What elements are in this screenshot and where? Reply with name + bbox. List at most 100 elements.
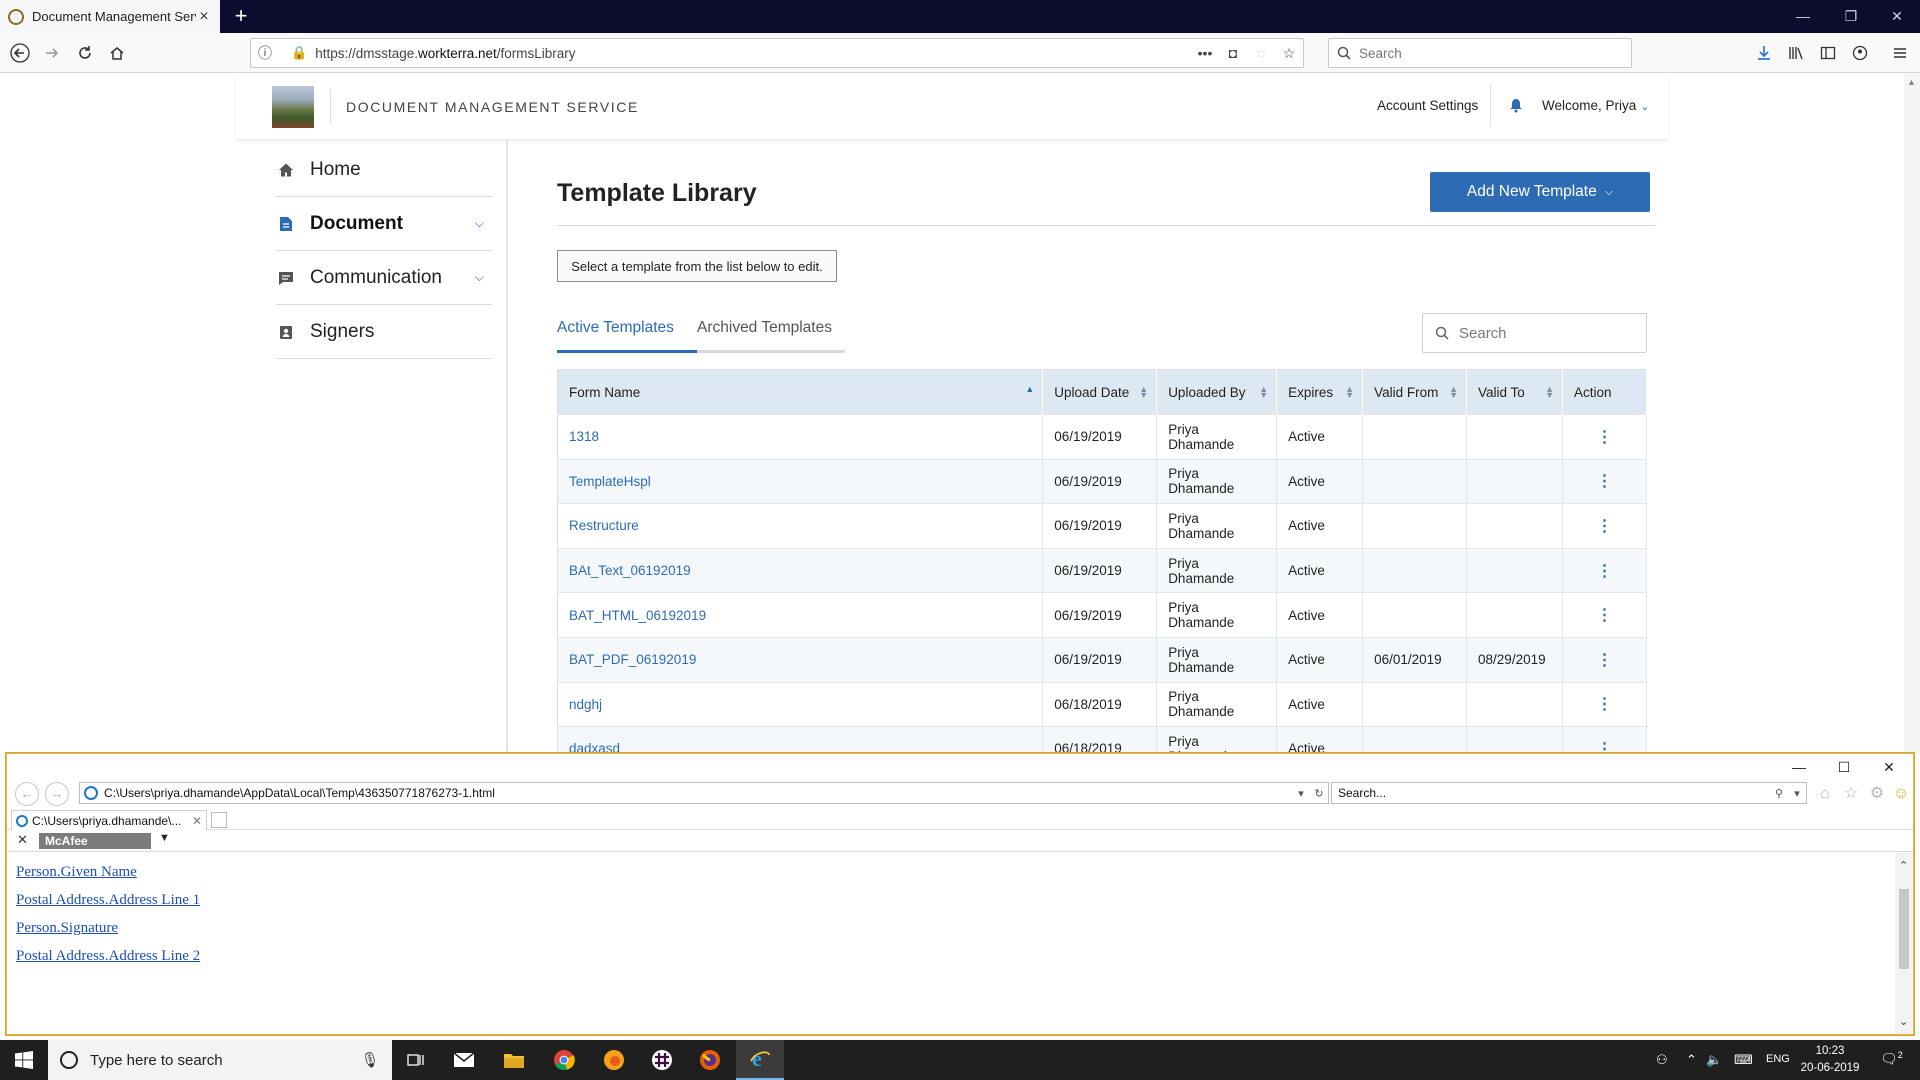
tab-archived-templates[interactable]: Archived Templates xyxy=(697,319,832,337)
mcafee-toolbar-button[interactable]: McAfee xyxy=(39,833,151,849)
new-tab-icon[interactable]: + xyxy=(228,4,254,30)
sidebar-toggle-icon[interactable] xyxy=(1816,41,1840,65)
favorites-star-icon[interactable]: ☆ xyxy=(1841,784,1861,804)
windows-start-icon[interactable] xyxy=(0,1040,48,1080)
microphone-icon[interactable]: 🎙 xyxy=(360,1051,380,1069)
sidebar-item-document[interactable]: Document ⌵ xyxy=(276,197,492,251)
browser-search-box[interactable]: Search xyxy=(1328,38,1632,68)
page-actions-icon[interactable]: ••• xyxy=(1191,45,1219,61)
ie-scrollbar[interactable]: ⌃ ⌄ xyxy=(1895,853,1913,1034)
new-tab-icon[interactable] xyxy=(211,812,227,828)
row-action-kebab-icon[interactable]: ⋮ xyxy=(1562,636,1647,683)
row-action-kebab-icon[interactable]: ⋮ xyxy=(1562,592,1647,638)
slack-icon[interactable] xyxy=(638,1040,686,1080)
language-indicator[interactable]: ENG xyxy=(1766,1053,1790,1065)
column-header-expires[interactable]: Expires ▲ ▼ xyxy=(1276,369,1364,415)
hamburger-menu-icon[interactable] xyxy=(1888,41,1912,65)
home-icon[interactable]: ⌂ xyxy=(1815,784,1835,804)
page-scrollbar[interactable]: ▲ xyxy=(1904,73,1920,753)
minimize-icon[interactable]: — xyxy=(1780,0,1826,33)
field-link[interactable]: Person.Given Name xyxy=(16,863,1895,891)
reload-icon[interactable] xyxy=(73,41,97,65)
chevron-up-icon[interactable]: ⌃ xyxy=(1686,1052,1697,1068)
form-name-link[interactable]: Restructure xyxy=(557,503,1044,549)
user-menu[interactable]: Welcome, Priya ⌄ xyxy=(1542,98,1650,113)
sidebar-item-signers[interactable]: Signers xyxy=(276,305,492,359)
chevron-down-icon[interactable]: ⌵ xyxy=(475,270,484,285)
column-header-upload-date[interactable]: Upload Date ▲ ▼ xyxy=(1042,369,1158,415)
row-action-kebab-icon[interactable]: ⋮ xyxy=(1562,726,1647,753)
people-icon[interactable]: ⚇ xyxy=(1656,1052,1668,1068)
scroll-up-icon[interactable]: ⌃ xyxy=(1899,859,1908,872)
tab-active-templates[interactable]: Active Templates xyxy=(557,319,674,337)
taskbar-search-box[interactable]: Type here to search 🎙 xyxy=(48,1040,392,1080)
chrome-icon[interactable] xyxy=(540,1040,588,1080)
home-page-icon[interactable] xyxy=(105,41,129,65)
firefox-icon[interactable] xyxy=(686,1040,734,1080)
table-row[interactable]: BAT_PDF_06192019 06/19/2019 Priya Dhaman… xyxy=(557,636,1647,683)
close-toolbar-icon[interactable]: ✕ xyxy=(17,832,28,848)
form-name-link[interactable]: TemplateHspl xyxy=(557,458,1044,504)
app-logo[interactable] xyxy=(272,86,314,128)
reader-icon[interactable]: ◌ xyxy=(1247,45,1275,61)
field-link[interactable]: Person.Signature xyxy=(16,919,1895,947)
close-tab-icon[interactable]: ✕ xyxy=(192,814,206,828)
refresh-icon[interactable]: ↻ xyxy=(1310,787,1328,800)
clock[interactable]: 10:23 20-06-2019 xyxy=(1790,1043,1870,1077)
notifications-icon[interactable]: 🗨2 xyxy=(1880,1050,1903,1068)
add-new-template-button[interactable]: Add New Template ⌵ xyxy=(1430,172,1650,212)
field-link[interactable]: Postal Address.Address Line 2 xyxy=(16,947,1895,975)
minimize-icon[interactable]: — xyxy=(1784,756,1814,778)
downloads-icon[interactable] xyxy=(1752,41,1776,65)
ie-tab[interactable]: C:\Users\priya.dhamande\... ✕ xyxy=(11,810,207,830)
column-header-form-name[interactable]: Form Name ▲ xyxy=(557,369,1044,415)
row-action-kebab-icon[interactable]: ⋮ xyxy=(1562,547,1647,593)
account-icon[interactable] xyxy=(1848,41,1872,65)
site-info-icon[interactable]: ⓘ xyxy=(251,43,279,63)
scroll-down-icon[interactable]: ⌄ xyxy=(1899,1015,1908,1028)
restore-icon[interactable]: ❐ xyxy=(1828,0,1874,33)
forward-icon[interactable] xyxy=(40,41,64,65)
row-action-kebab-icon[interactable]: ⋮ xyxy=(1562,458,1647,504)
row-action-kebab-icon[interactable]: ⋮ xyxy=(1562,681,1647,727)
back-icon[interactable] xyxy=(8,41,32,65)
browser-tab[interactable]: Document Management Servic × xyxy=(0,0,220,33)
pocket-icon[interactable]: ◘ xyxy=(1219,45,1247,61)
sort-asc-icon[interactable]: ▲ xyxy=(1025,385,1034,394)
task-view-icon[interactable] xyxy=(392,1040,440,1080)
chevron-down-icon[interactable]: ▾ xyxy=(1292,787,1310,800)
sidebar-item-home[interactable]: Home xyxy=(276,143,492,197)
close-tab-icon[interactable]: × xyxy=(196,8,212,26)
form-name-link[interactable]: 1318 xyxy=(557,414,1044,460)
account-settings-link[interactable]: Account Settings xyxy=(1377,98,1478,113)
ie-address-bar[interactable]: C:\Users\priya.dhamande\AppData\Local\Te… xyxy=(79,782,1329,804)
field-link[interactable]: Postal Address.Address Line 1 xyxy=(16,891,1895,919)
forward-icon[interactable]: → xyxy=(45,782,69,806)
library-icon[interactable] xyxy=(1784,41,1808,65)
ie-search-box[interactable]: Search... ⚲ ▾ xyxy=(1331,782,1807,804)
firefox-developer-icon[interactable] xyxy=(590,1040,638,1080)
sort-icon[interactable]: ▲ ▼ xyxy=(1259,385,1268,400)
back-icon[interactable]: ← xyxy=(15,782,39,806)
column-header-valid-to[interactable]: Valid To ▲ ▼ xyxy=(1466,369,1564,415)
table-row[interactable]: TemplateHspl 06/19/2019 Priya Dhamande A… xyxy=(557,458,1647,504)
chevron-down-icon[interactable]: ⌵ xyxy=(475,216,484,231)
form-name-link[interactable]: BAT_HTML_06192019 xyxy=(557,592,1044,638)
file-explorer-icon[interactable] xyxy=(490,1040,538,1080)
form-name-link[interactable]: ndghj xyxy=(557,681,1044,727)
sort-icon[interactable]: ▲ ▼ xyxy=(1345,385,1354,400)
sort-icon[interactable]: ▲ ▼ xyxy=(1139,385,1148,400)
table-row[interactable]: 1318 06/19/2019 Priya Dhamande Active ⋮ xyxy=(557,414,1647,460)
table-row[interactable]: Restructure 06/19/2019 Priya Dhamande Ac… xyxy=(557,503,1647,549)
template-search-input[interactable]: Search xyxy=(1422,313,1647,353)
volume-icon[interactable]: 🔈 xyxy=(1706,1052,1722,1068)
url-bar[interactable]: ⓘ 🔒 https://dmsstage.workterra.net/forms… xyxy=(250,38,1304,68)
bookmark-star-icon[interactable]: ☆ xyxy=(1275,45,1303,62)
chevron-down-icon[interactable]: ▾ xyxy=(1788,787,1806,800)
scroll-up-icon[interactable]: ▲ xyxy=(1907,77,1916,87)
column-header-uploaded-by[interactable]: Uploaded By ▲ ▼ xyxy=(1156,369,1278,415)
chevron-down-icon[interactable]: ▼ xyxy=(159,832,170,844)
form-name-link[interactable]: dadxasd xyxy=(557,726,1044,753)
scroll-thumb[interactable] xyxy=(1899,889,1909,969)
close-window-icon[interactable]: ✕ xyxy=(1874,0,1920,33)
